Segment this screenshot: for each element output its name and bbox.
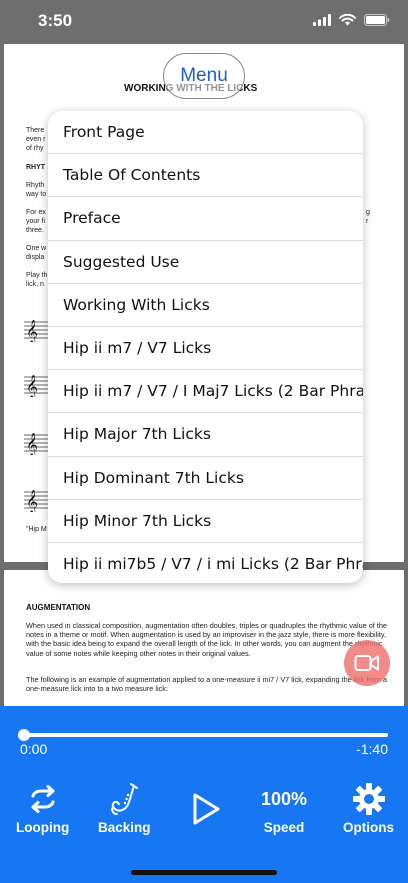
progress-track[interactable] (24, 733, 388, 737)
speed-button[interactable]: 100% Speed (261, 782, 308, 836)
options-label: Options (343, 820, 394, 835)
options-button[interactable]: Options (343, 782, 394, 835)
svg-text:𝄞: 𝄞 (26, 374, 38, 397)
menu-item-table-of-contents[interactable]: Table Of Contents (48, 154, 363, 198)
progress-thumb[interactable] (18, 729, 30, 741)
saxophone-icon (111, 783, 139, 815)
elapsed-time: 0:00 (20, 741, 48, 757)
menu-item-suggested-use[interactable]: Suggested Use (48, 241, 363, 284)
section-heading: AUGMENTATION (26, 603, 91, 612)
text-fragment: even r (26, 136, 46, 143)
menu-button[interactable]: Menu (163, 53, 245, 99)
text-fragment: r (366, 218, 369, 225)
play-icon (193, 793, 220, 825)
player-bar: 0:00 -1:40 Looping Backing 100% Speed Op… (0, 706, 408, 883)
text-fragment: "Hip M (26, 526, 47, 533)
record-video-button[interactable] (344, 640, 390, 686)
menu-item-hip-ii-v7-i-licks[interactable]: Hip ii m7 / V7 / I Maj7 Licks (2 Bar Phr… (48, 370, 363, 414)
text-fragment: three. (26, 227, 44, 234)
looping-button[interactable]: Looping (16, 782, 69, 835)
status-bar: 3:50 (0, 0, 408, 44)
backing-label: Backing (98, 820, 151, 835)
looping-label: Looping (16, 820, 70, 835)
home-indicator (131, 870, 277, 875)
text-fragment: For ex (26, 209, 46, 216)
text-fragment: One w (26, 245, 47, 252)
wifi-icon (339, 14, 356, 26)
svg-text:𝄞: 𝄞 (26, 319, 38, 342)
menu-popover: Front Page Table Of Contents Preface Sug… (48, 111, 363, 583)
battery-icon (364, 14, 390, 26)
menu-item-hip-ii-v7-licks[interactable]: Hip ii m7 / V7 Licks (48, 327, 363, 371)
menu-item-front-page[interactable]: Front Page (48, 111, 363, 155)
menu-item-working-with-licks[interactable]: Working With Licks (48, 284, 363, 327)
repeat-icon (31, 785, 55, 813)
text-fragment: Play th (26, 272, 48, 279)
backing-button[interactable]: Backing (98, 782, 151, 835)
text-fragment: lick, n (26, 281, 44, 288)
paragraph: When used in classical composition, augm… (26, 621, 387, 658)
document-page-2[interactable]: AUGMENTATION When used in classical comp… (4, 570, 404, 710)
menu-item-preface[interactable]: Preface (48, 197, 363, 241)
speed-value: 100% (261, 788, 308, 809)
text-fragment: your fi (26, 218, 46, 225)
menu-item-hip-minor-7th-licks[interactable]: Hip Minor 7th Licks (48, 500, 363, 543)
text-fragment: There (26, 127, 45, 134)
video-camera-icon (354, 655, 379, 671)
menu-item-hip-major-7th-licks[interactable]: Hip Major 7th Licks (48, 413, 363, 457)
menu-item-hip-ii-mi7b5-licks[interactable]: Hip ii mi7b5 / V7 / i mi Licks (2 Bar Ph… (48, 543, 363, 583)
svg-text:𝄞: 𝄞 (26, 489, 38, 512)
remaining-time: -1:40 (356, 741, 388, 757)
text-fragment: of rhy (26, 145, 44, 152)
text-fragment: g (366, 209, 370, 216)
text-fragment: way to (26, 191, 47, 198)
text-fragment: Rhyth (26, 182, 45, 189)
status-icons (313, 14, 390, 26)
text-fragment: RHYT (26, 164, 46, 171)
menu-item-hip-dominant-7th-licks[interactable]: Hip Dominant 7th Licks (48, 457, 363, 500)
gear-icon (352, 783, 385, 815)
svg-text:𝄞: 𝄞 (26, 432, 38, 455)
play-button[interactable] (190, 792, 222, 826)
text-fragment: displa (26, 254, 45, 261)
signal-icon (313, 14, 331, 26)
paragraph: The following is an example of augmentat… (26, 675, 387, 694)
status-time: 3:50 (38, 11, 73, 30)
speed-label: Speed (263, 820, 305, 835)
